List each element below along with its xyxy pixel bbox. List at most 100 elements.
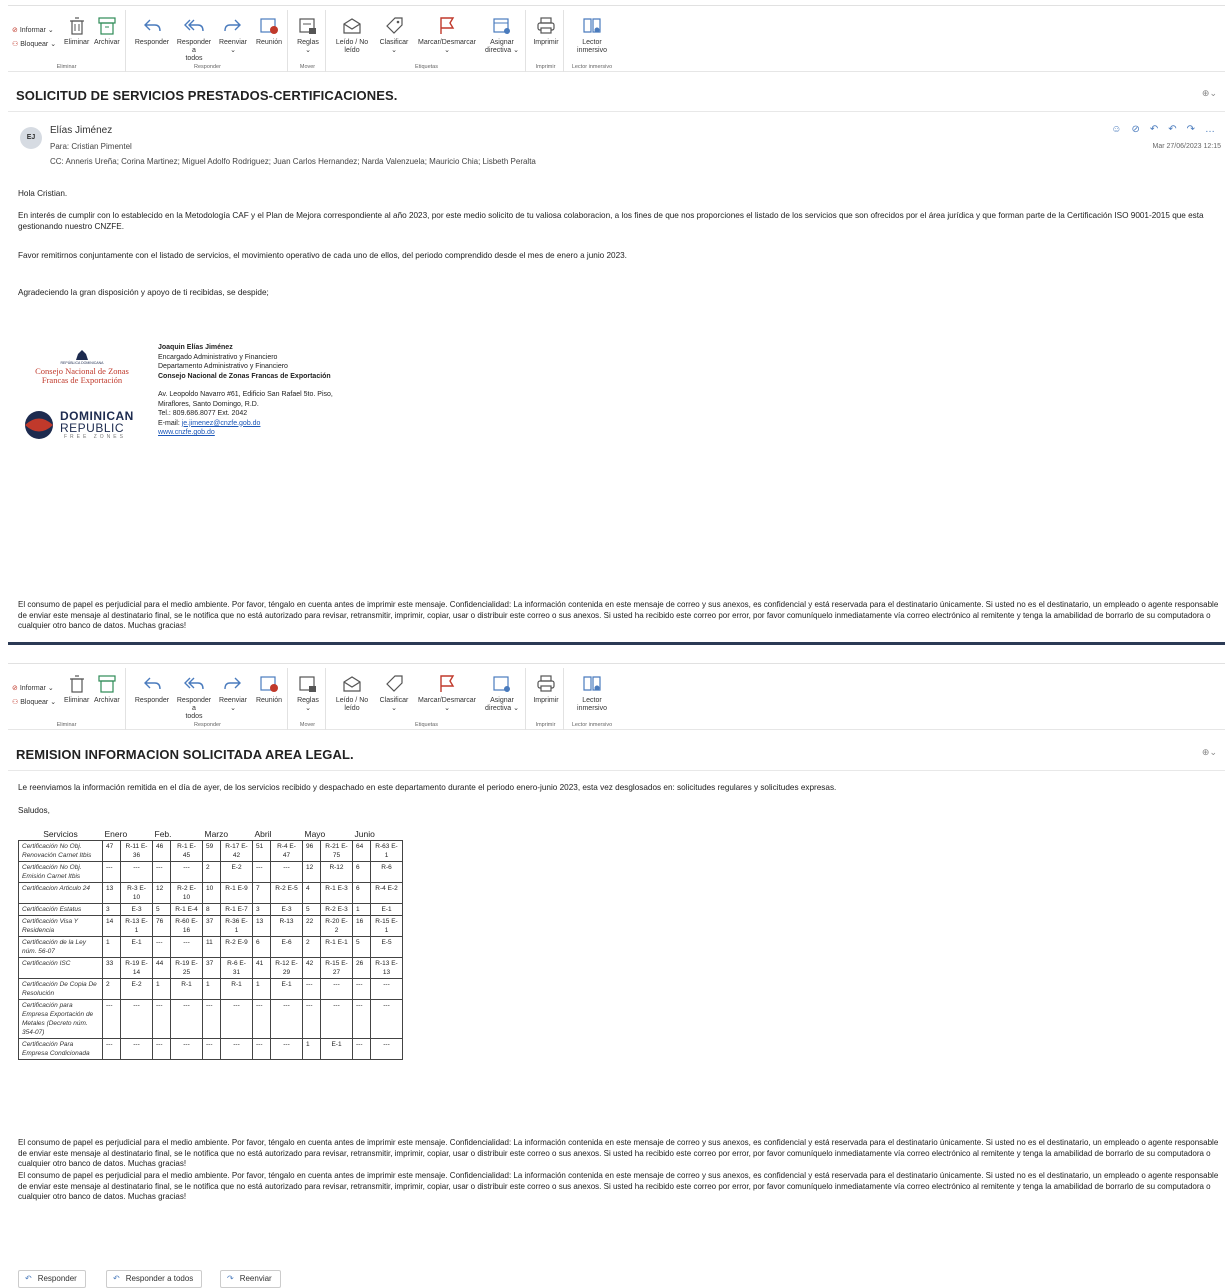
ribbon-toolbar: ⊘ Informar ⌄ ⚇ Bloquear ⌄ Eliminar Archi… — [8, 6, 1225, 72]
reply-all-icon[interactable]: ↶ — [1168, 124, 1186, 135]
policy-icon — [493, 18, 510, 34]
policy-icon — [493, 676, 510, 692]
group-label: Etiquetas — [415, 64, 438, 70]
breakdown-cell: R-1 — [170, 978, 203, 1000]
reply-button[interactable]: ↶ Responder — [18, 1270, 86, 1288]
flag-button[interactable]: Marcar/Desmarcar ⌄ — [414, 674, 480, 713]
breakdown-cell: --- — [320, 978, 353, 1000]
print-button[interactable]: Imprimir — [530, 674, 562, 705]
body-paragraph: Agradeciendo la gran disposición y apoyo… — [18, 288, 269, 297]
assign-policy-button[interactable]: Asignar directiva ⌄ — [482, 674, 522, 713]
reply-all-icon — [184, 19, 204, 32]
disclaimer: El consumo de papel es perjudicial para … — [18, 600, 1219, 630]
read-unread-button[interactable]: Leído / No leído — [332, 16, 372, 55]
report-button[interactable]: ⊘ Informar ⌄ — [12, 684, 54, 692]
delete-button[interactable]: Eliminar — [64, 16, 89, 47]
column-header: Mayo — [304, 829, 326, 839]
categorize-button[interactable]: Clasificar ⌄ — [376, 16, 412, 55]
ribbon-group-eliminar: ⊘ Informar ⌄ ⚇ Bloquear ⌄ Eliminar Archi… — [8, 668, 126, 730]
warning-icon: ⊘ — [12, 685, 20, 692]
reply-icon[interactable]: ↶ — [1150, 124, 1168, 135]
total-cell: --- — [152, 861, 171, 883]
column-header: Junio — [354, 829, 375, 839]
total-cell: 1 — [202, 978, 221, 1000]
breakdown-cell: R-1 E-9 — [220, 882, 253, 904]
forward-icon[interactable]: ↷ — [1187, 124, 1205, 135]
rules-button[interactable]: Reglas ⌄ — [294, 674, 322, 713]
assign-policy-button[interactable]: Asignar directiva ⌄ — [482, 16, 522, 55]
total-cell: 37 — [202, 915, 221, 937]
breakdown-cell: --- — [370, 978, 403, 1000]
breakdown-cell: R-12 E-29 — [270, 957, 303, 979]
service-name-cell: Certificación No Obj. Renovación Carnet … — [18, 840, 103, 862]
forward-button[interactable]: ↷ Reenviar — [220, 1270, 281, 1288]
table-row: Certificación para Empresa Exportación d… — [18, 999, 403, 1039]
sender-name[interactable]: Elías Jiménez — [50, 125, 112, 136]
immersive-reader-button[interactable]: Lector inmersivo — [570, 674, 614, 713]
more-icon[interactable]: … — [1205, 124, 1225, 135]
breakdown-cell: R-60 E-16 — [170, 915, 203, 937]
message-actions: ☺⊘↶↶↷… — [1111, 124, 1225, 135]
translate-icon[interactable]: ⊘ — [1131, 124, 1149, 135]
meeting-icon — [260, 18, 278, 34]
email-subject: REMISION INFORMACION SOLICITADA AREA LEG… — [16, 747, 354, 762]
flag-icon — [440, 17, 455, 34]
column-header: Marzo — [204, 829, 229, 839]
block-button[interactable]: ⚇ Bloquear ⌄ — [12, 40, 56, 48]
delete-button[interactable]: Eliminar — [64, 674, 89, 705]
total-cell: --- — [102, 999, 121, 1039]
breakdown-cell: R-1 E-3 — [320, 882, 353, 904]
email-subject: SOLICITUD DE SERVICIOS PRESTADOS-CERTIFI… — [16, 88, 398, 103]
total-cell: 33 — [102, 957, 121, 979]
total-cell: --- — [102, 861, 121, 883]
archive-button[interactable]: Archivar — [94, 16, 120, 47]
block-button[interactable]: ⚇ Bloquear ⌄ — [12, 698, 56, 706]
breakdown-cell: R-21 E-75 — [320, 840, 353, 862]
email-link[interactable]: je.jimenez@cnzfe.gob.do — [182, 420, 261, 427]
group-label: Eliminar — [56, 64, 77, 70]
ribbon-group-responder: Responder Responder a todos Reenviar ⌄ Reu… — [128, 10, 288, 72]
zoom-icon[interactable]: ⊕⌄ — [1202, 88, 1217, 99]
meeting-button[interactable]: Reunión — [252, 674, 286, 705]
total-cell: 6 — [252, 936, 271, 958]
categorize-button[interactable]: Clasificar ⌄ — [376, 674, 412, 713]
rules-button[interactable]: Reglas ⌄ — [294, 16, 322, 55]
total-cell: 1 — [352, 903, 371, 916]
print-button[interactable]: Imprimir — [530, 16, 562, 47]
total-cell: 41 — [252, 957, 271, 979]
flag-button[interactable]: Marcar/Desmarcar ⌄ — [414, 16, 480, 55]
forward-button[interactable]: Reenviar ⌄ — [216, 674, 250, 713]
total-cell: 44 — [152, 957, 171, 979]
zoom-icon[interactable]: ⊕⌄ — [1202, 747, 1217, 758]
reply-icon — [144, 19, 161, 32]
immersive-reader-button[interactable]: Lector inmersivo — [570, 16, 614, 55]
forward-button[interactable]: Reenviar ⌄ — [216, 16, 250, 55]
total-cell: 42 — [302, 957, 321, 979]
reply-button[interactable]: Responder — [134, 16, 170, 47]
breakdown-cell: R-3 E-10 — [120, 882, 153, 904]
website-link[interactable]: www.cnzfe.gob.do — [158, 429, 215, 436]
total-cell: 22 — [302, 915, 321, 937]
emoji-icon[interactable]: ☺ — [1111, 124, 1131, 135]
shield-icon — [76, 350, 88, 360]
total-cell: --- — [202, 1038, 221, 1060]
breakdown-cell: R-1 E-45 — [170, 840, 203, 862]
reply-button[interactable]: Responder — [134, 674, 170, 705]
total-cell: 6 — [352, 882, 371, 904]
reply-icon — [144, 677, 161, 690]
total-cell: --- — [152, 999, 171, 1039]
meeting-button[interactable]: Reunión — [252, 16, 286, 47]
report-button[interactable]: ⊘ Informar ⌄ — [12, 26, 54, 34]
total-cell: 76 — [152, 915, 171, 937]
reply-all-button[interactable]: Responder a todos — [174, 674, 214, 721]
service-name-cell: Certificación No Obj. Emisión Carnet Itb… — [18, 861, 103, 883]
breakdown-cell: R-19 E-25 — [170, 957, 203, 979]
ribbon-group-responder: Responder Responder a todos Reenviar ⌄ Reu… — [128, 668, 288, 730]
archive-button[interactable]: Archivar — [94, 674, 120, 705]
reply-all-button[interactable]: ↶ Responder a todos — [106, 1270, 203, 1288]
read-unread-button[interactable]: Leído / No leído — [332, 674, 372, 713]
breakdown-cell: --- — [270, 999, 303, 1039]
group-label: Mover — [299, 64, 316, 70]
table-row: Certificación No Obj. Emisión Carnet Itb… — [18, 861, 403, 883]
reply-all-button[interactable]: Responder a todos — [174, 16, 214, 63]
